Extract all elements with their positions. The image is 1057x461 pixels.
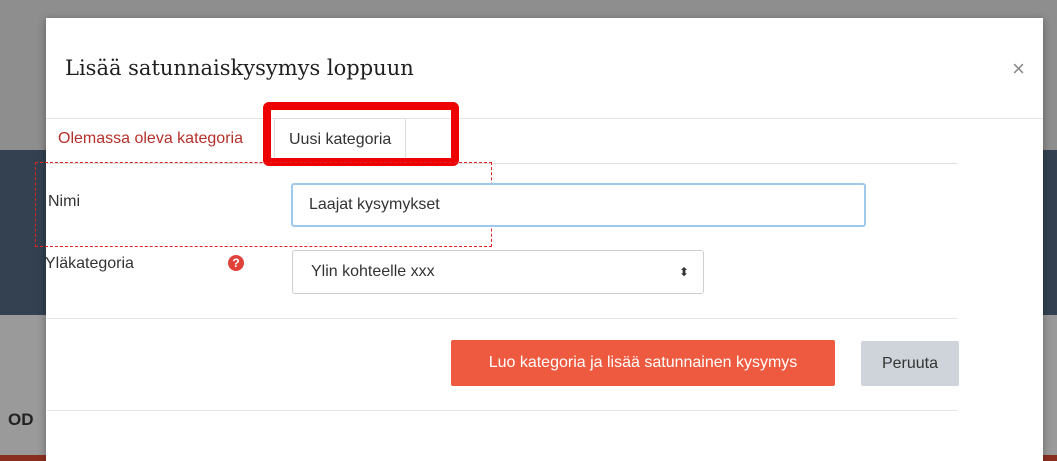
create-category-add-question-button[interactable]: Luo kategoria ja lisää satunnainen kysym…: [451, 340, 835, 386]
cancel-button[interactable]: Peruuta: [861, 341, 959, 386]
parent-category-select[interactable]: Ylin kohteelle xxx ⬍: [292, 250, 704, 294]
dialog-title: Lisää satunnaiskysymys loppuun: [65, 56, 414, 80]
dialog-header: Lisää satunnaiskysymys loppuun ×: [46, 18, 1043, 119]
footer-divider: [47, 410, 957, 411]
category-tabs: Olemassa oleva kategoria Uusi kategoria: [47, 118, 957, 164]
tab-highlight-box: [263, 102, 459, 166]
tab-existing-category[interactable]: Olemassa oleva kategoria: [44, 118, 257, 162]
close-icon[interactable]: ×: [1012, 56, 1025, 82]
name-input[interactable]: [291, 183, 866, 227]
parent-category-value: Ylin kohteelle xxx: [311, 263, 435, 280]
form-divider: [47, 318, 957, 319]
background-partial-text: OD: [8, 410, 34, 429]
parent-category-label: Yläkategoria: [45, 255, 134, 272]
name-label: Nimi: [48, 193, 80, 210]
question-circle-icon[interactable]: ?: [228, 255, 244, 271]
select-arrows-icon: ⬍: [678, 265, 689, 279]
